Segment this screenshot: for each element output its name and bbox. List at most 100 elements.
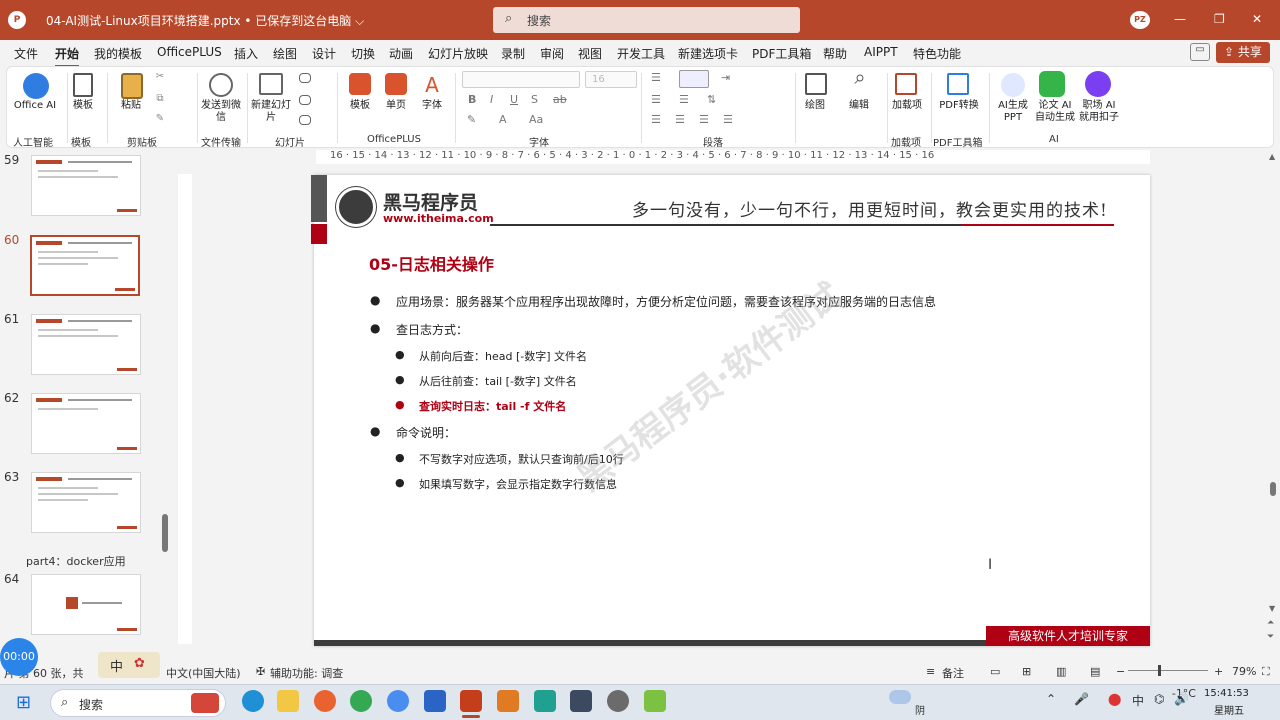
menu-item-animations[interactable]: 动画 [389, 45, 413, 62]
slide-thumbnail[interactable] [31, 314, 141, 375]
clock-time[interactable]: 15:41:53 [1204, 688, 1249, 699]
menu-item-my-templates[interactable]: 我的模板 [94, 45, 142, 62]
volume-icon[interactable]: 🔊 [1174, 692, 1189, 706]
menu-item-new-tab[interactable]: 新建选项卡 [678, 45, 738, 62]
chrome-icon[interactable] [350, 690, 372, 712]
network-icon[interactable]: ⌬ [1154, 692, 1164, 706]
template-button[interactable]: 模板 [71, 100, 95, 112]
scroll-up-icon[interactable]: ▲ [1269, 152, 1275, 161]
windows-start-icon[interactable]: ⊞ [16, 692, 31, 713]
new-slide-button[interactable]: 新建幻灯片 [251, 100, 291, 124]
slideshow-icon[interactable]: ▤ [1090, 665, 1100, 678]
app-icon-orange[interactable] [497, 690, 519, 712]
slide-thumbnail-selected[interactable] [30, 235, 140, 296]
scrollbar-thumb[interactable] [1270, 482, 1276, 496]
scroll-down-icon[interactable]: ▼ [1269, 604, 1275, 613]
menu-item-transitions[interactable]: 切换 [351, 45, 375, 62]
menu-item-review[interactable]: 审阅 [540, 45, 564, 62]
menu-item-design[interactable]: 设计 [312, 45, 336, 62]
language[interactable]: 中文(中国大陆) [166, 665, 241, 681]
tray-chevron-icon[interactable]: ⌃ [1046, 692, 1056, 706]
mic-icon[interactable]: 🎤 [1074, 692, 1089, 706]
cut-icon[interactable]: ✂ [153, 71, 167, 83]
bullets-icon[interactable] [679, 70, 709, 88]
layout-icon[interactable] [299, 73, 311, 83]
highlight-icon[interactable]: ✎ [467, 113, 476, 126]
addin-button[interactable]: 加载项 [889, 100, 925, 112]
share-button[interactable]: ⇪ 共享 [1216, 42, 1270, 63]
justify-icon[interactable]: ☰ [723, 113, 733, 126]
menu-item-view[interactable]: 视图 [578, 45, 602, 62]
zoom-out-icon[interactable]: − [1116, 665, 1125, 678]
app-icon-teal[interactable] [534, 690, 556, 712]
font-size-select[interactable]: 16 [585, 71, 637, 88]
menu-item-officeplus[interactable]: OfficePLUS [157, 45, 222, 59]
office-ai-button[interactable]: Office AI [13, 100, 57, 112]
file-explorer-icon[interactable] [277, 690, 299, 712]
menu-item-home[interactable]: 开始 [55, 45, 80, 67]
maximize-icon[interactable]: ❐ [1214, 12, 1225, 26]
op-template-button[interactable]: 模板 [347, 100, 373, 112]
search-input[interactable]: ⌕ 搜索 [493, 7, 800, 33]
slide-thumbnail[interactable] [31, 155, 141, 216]
recording-timer[interactable]: 00:00 [0, 638, 38, 676]
line-spacing-icon[interactable]: ☰ [651, 93, 661, 106]
firefox-icon[interactable] [314, 690, 336, 712]
columns-icon[interactable]: ☰ [679, 93, 689, 106]
document-title[interactable]: 04-AI测试-Linux项目环境搭建.pptx • 已保存到这台电脑 ⌵ [46, 12, 364, 29]
align-center-icon[interactable]: ☰ [675, 113, 685, 126]
normal-view-icon[interactable]: ▭ [990, 665, 1000, 678]
notes-button[interactable]: 备注 [942, 665, 964, 681]
search-app-icon[interactable] [387, 690, 409, 712]
app-icon-blue[interactable] [424, 690, 446, 712]
indent-icon[interactable]: ⇥ [721, 71, 730, 84]
paste-button[interactable]: 粘贴 [117, 100, 145, 112]
slide-thumbnail[interactable] [31, 472, 141, 533]
thumbnail-scrollbar[interactable] [162, 514, 168, 552]
numbering-icon[interactable]: ☰ [651, 71, 661, 84]
minimize-icon[interactable]: — [1174, 12, 1186, 26]
menu-item-features[interactable]: 特色功能 [913, 45, 961, 62]
text-direction-icon[interactable]: ⇅ [707, 93, 716, 106]
terminal-icon[interactable] [570, 690, 592, 712]
text-size-icon[interactable]: Aa [529, 113, 543, 126]
menu-item-aippt[interactable]: AIPPT [864, 45, 898, 59]
zoom-in-icon[interactable]: + [1214, 665, 1223, 678]
prev-slide-icon[interactable]: ⏶ [1267, 618, 1274, 628]
underline-icon[interactable]: U [510, 93, 518, 106]
single-page-button[interactable]: 单页 [383, 100, 409, 112]
slide-sorter-icon[interactable]: ⊞ [1022, 665, 1031, 678]
ime-indicator[interactable]: 中 ✿ [98, 652, 160, 678]
slide-title[interactable]: 05-日志相关操作 [369, 251, 494, 275]
avatar[interactable]: PZ [1130, 11, 1150, 29]
snipping-tool-icon[interactable] [607, 690, 629, 712]
menu-item-record[interactable]: 录制 [501, 45, 525, 62]
comment-icon[interactable]: ▭ [1190, 43, 1210, 61]
font-color-icon[interactable]: A [499, 113, 507, 126]
weather-cloud-icon[interactable] [889, 690, 911, 704]
close-icon[interactable]: ✕ [1252, 12, 1262, 26]
shadow-icon[interactable]: S [531, 93, 538, 106]
job-ai-button[interactable]: 职场 AI 就用扣子 [1077, 100, 1121, 124]
edge-icon[interactable] [242, 690, 264, 712]
pdf-convert-button[interactable]: PDF转换 [933, 100, 985, 112]
tray-app-icon[interactable]: ⬤ [1108, 692, 1121, 706]
reset-icon[interactable] [299, 95, 311, 105]
vertical-scrollbar[interactable] [1268, 148, 1278, 658]
menu-item-file[interactable]: 文件 [14, 45, 38, 62]
slide-thumbnail[interactable] [31, 393, 141, 454]
format-painter-icon[interactable]: ✎ [153, 113, 167, 125]
powerpoint-app-icon[interactable]: P [8, 11, 26, 29]
reading-view-icon[interactable]: ▥ [1056, 665, 1066, 678]
fit-slide-icon[interactable]: ⛶ [1262, 665, 1270, 679]
strikethrough-icon[interactable]: ab [553, 93, 567, 106]
zoom-slider-handle[interactable] [1158, 665, 1161, 676]
edit-button[interactable]: 编辑 [843, 100, 875, 112]
draw-button[interactable]: 绘图 [799, 100, 831, 112]
font-name-select[interactable] [462, 71, 580, 88]
zoom-level[interactable]: 79% [1232, 665, 1256, 678]
send-wechat-button[interactable]: 发送到微信 [201, 100, 241, 124]
menu-item-slideshow[interactable]: 幻灯片放映 [428, 45, 488, 62]
ai-ppt-button[interactable]: AI生成PPT [993, 100, 1033, 124]
italic-icon[interactable]: I [490, 93, 493, 106]
